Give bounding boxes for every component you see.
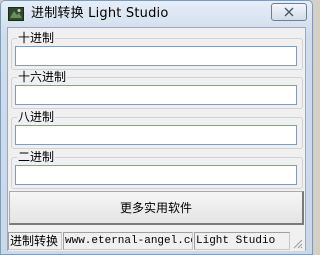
group-label-octal: 八进制 (17, 110, 56, 124)
group-binary: 二进制 (11, 150, 303, 189)
octal-input[interactable] (15, 125, 297, 145)
window-title: 进制转换 Light Studio (31, 6, 169, 21)
size-grip-icon[interactable] (291, 237, 303, 249)
more-software-button[interactable]: 更多实用软件 (9, 191, 304, 225)
status-bar: 进制转换 www.eternal-angel.com Light Studio (8, 231, 305, 251)
app-window: 进制转换 Light Studio 十进制 十六进制 八进制 二进制 更多实用软… (0, 0, 313, 255)
hexadecimal-input[interactable] (15, 85, 297, 105)
group-label-binary: 二进制 (17, 150, 56, 164)
group-hexadecimal: 十六进制 (11, 70, 303, 109)
main-panel: 十进制 十六进制 八进制 二进制 更多实用软件 进制转换 www.eternal… (7, 27, 306, 251)
title-bar[interactable]: 进制转换 Light Studio (1, 1, 312, 27)
group-octal: 八进制 (11, 110, 303, 149)
close-icon (284, 7, 294, 17)
group-label-hexadecimal: 十六进制 (17, 70, 68, 84)
status-pane-studio: Light Studio (194, 232, 290, 250)
status-pane-website: www.eternal-angel.com (63, 232, 193, 250)
group-decimal: 十进制 (11, 31, 303, 70)
decimal-input[interactable] (15, 46, 297, 66)
group-label-decimal: 十进制 (17, 31, 56, 45)
binary-input[interactable] (15, 165, 297, 185)
status-pane-app-name: 进制转换 (8, 232, 62, 250)
app-icon (8, 7, 24, 21)
close-button[interactable] (271, 3, 307, 21)
